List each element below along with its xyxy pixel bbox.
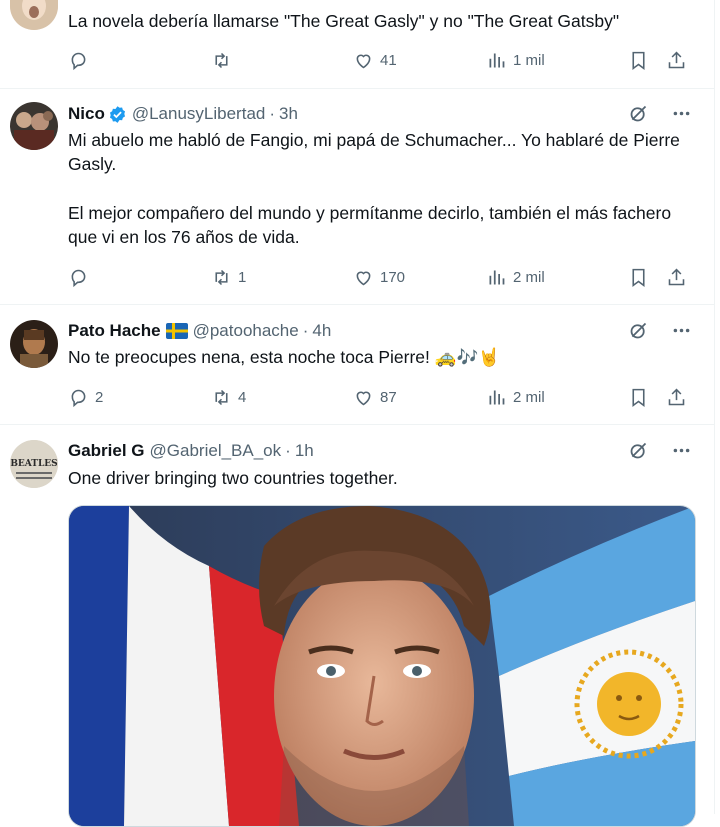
grok-button[interactable] (628, 440, 649, 461)
heart-icon (356, 54, 371, 68)
avatar[interactable] (10, 320, 58, 368)
tweet-actions: 41 1 mil (68, 48, 698, 72)
share-icon (668, 51, 685, 68)
timeline: La novela debería llamarse "The Great Ga… (0, 0, 715, 827)
avatar[interactable]: BEATLES (10, 440, 58, 488)
bookmark-icon (632, 268, 645, 287)
grok-icon (630, 105, 647, 122)
more-button[interactable] (671, 440, 692, 461)
heart-icon (356, 271, 371, 285)
heart-icon (356, 391, 371, 405)
retweet-icon (215, 269, 228, 285)
more-icon (673, 111, 690, 116)
tweet-text: No te preocupes nena, esta noche toca Pi… (68, 347, 501, 367)
retweet-button[interactable]: 1 (211, 267, 353, 288)
more-icon (673, 328, 690, 333)
tweet-media-image[interactable] (68, 505, 696, 827)
share-icon (668, 268, 685, 285)
views-icon (489, 270, 505, 284)
tweet-text: Mi abuelo me habló de Fangio, mi papá de… (68, 130, 680, 174)
like-button[interactable]: 170 (353, 267, 486, 288)
timestamp[interactable]: 3h (279, 104, 298, 124)
views-button[interactable]: 1 mil (486, 50, 628, 71)
timestamp[interactable]: 1h (295, 441, 314, 461)
bookmark-icon (632, 51, 645, 70)
tweet-text: El mejor compañero del mundo y permítanm… (68, 203, 672, 247)
views-icon (489, 390, 505, 404)
author-handle[interactable]: @patoohache (193, 321, 299, 341)
avatar[interactable] (10, 0, 58, 30)
like-button[interactable]: 41 (353, 50, 486, 71)
more-button[interactable] (671, 103, 692, 124)
reply-button[interactable] (68, 50, 211, 71)
tweet-actions: 1 170 2 mil (68, 265, 698, 289)
avatar-logo-text: BEATLES (10, 459, 57, 469)
more-icon (673, 448, 690, 453)
retweet-icon (215, 52, 228, 68)
bookmark-icon (632, 388, 645, 407)
tweet-header: Nico @LanusyLibertad · 3h (68, 103, 700, 125)
reply-icon (71, 389, 86, 407)
reply-button[interactable] (68, 267, 211, 288)
share-button[interactable] (666, 387, 687, 408)
share-icon (668, 388, 685, 405)
tweet-header: Gabriel G @Gabriel_BA_ok · 1h (68, 440, 700, 462)
retweet-icon (215, 389, 228, 405)
tweet-card[interactable]: Pato Hache @patoohache · 4h No te preocu… (0, 304, 714, 425)
reply-icon (71, 52, 86, 70)
author-handle[interactable]: @LanusyLibertad (132, 104, 266, 124)
views-icon (489, 53, 505, 67)
grok-button[interactable] (628, 320, 649, 341)
grok-icon (630, 442, 647, 459)
tweet-actions: 2 4 87 2 mil (68, 385, 698, 409)
views-button[interactable]: 2 mil (486, 387, 628, 408)
tweet-text: La novela debería llamarse "The Great Ga… (68, 11, 620, 31)
tweet-card[interactable]: Nico @LanusyLibertad · 3h Mi abuelo me h… (0, 88, 714, 305)
views-button[interactable]: 2 mil (486, 267, 628, 288)
reply-button[interactable]: 2 (68, 387, 211, 408)
share-button[interactable] (666, 267, 687, 288)
like-button[interactable]: 87 (353, 387, 486, 408)
tweet-card[interactable]: La novela debería llamarse "The Great Ga… (0, 0, 714, 89)
grok-button[interactable] (628, 103, 649, 124)
author-name[interactable]: Pato Hache (68, 321, 161, 341)
author-name[interactable]: Nico (68, 104, 105, 124)
tweet-header: Pato Hache @patoohache · 4h (68, 320, 700, 342)
bookmark-button[interactable] (628, 387, 666, 408)
retweet-button[interactable]: 4 (211, 387, 353, 408)
retweet-button[interactable] (211, 50, 353, 71)
more-button[interactable] (671, 320, 692, 341)
avatar[interactable] (10, 102, 58, 150)
tweet-text: One driver bringing two countries togeth… (68, 468, 398, 488)
author-name[interactable]: Gabriel G (68, 441, 145, 461)
sweden-flag-icon (165, 323, 188, 339)
grok-icon (630, 322, 647, 339)
reply-icon (71, 269, 86, 287)
verified-badge-icon (109, 105, 125, 123)
author-handle[interactable]: @Gabriel_BA_ok (150, 441, 282, 461)
bookmark-button[interactable] (628, 267, 666, 288)
share-button[interactable] (666, 50, 687, 71)
bookmark-button[interactable] (628, 50, 666, 71)
timestamp[interactable]: 4h (312, 321, 331, 341)
